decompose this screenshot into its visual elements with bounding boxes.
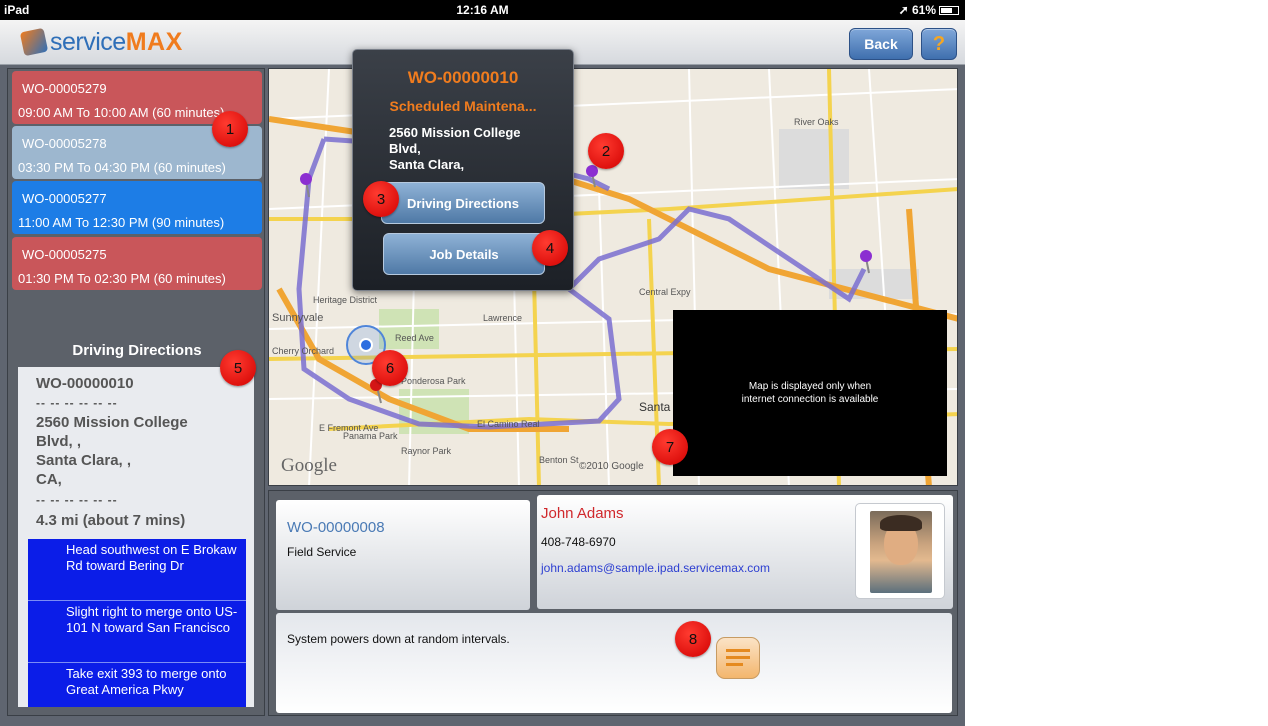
contact-email-link[interactable]: john.adams@sample.ipad.servicemax.com bbox=[541, 561, 770, 575]
wo-summary-card[interactable]: WO-00000008 Field Service bbox=[276, 500, 530, 610]
street bbox=[598, 188, 610, 485]
map-pin-icon[interactable] bbox=[300, 173, 312, 185]
logo-text-service: service bbox=[50, 27, 126, 56]
work-order-item[interactable]: WO-00005275 01:30 PM To 02:30 PM (60 min… bbox=[12, 237, 262, 290]
map-label: Central Expy bbox=[639, 287, 691, 297]
driving-directions-panel[interactable]: WO-00000010 -- -- -- -- -- -- 2560 Missi… bbox=[18, 367, 254, 707]
offline-line: Map is displayed only when bbox=[748, 381, 872, 392]
work-order-id: WO-00005275 bbox=[22, 247, 107, 262]
logo-text-max: max bbox=[125, 27, 183, 56]
problem-description: System powers down at random intervals. bbox=[287, 632, 510, 646]
map-pin-icon[interactable] bbox=[586, 165, 598, 177]
battery-percent: 61% bbox=[911, 3, 936, 17]
callout-badge: 8 bbox=[675, 621, 711, 657]
driving-directions-button[interactable]: Driving Directions bbox=[381, 182, 545, 224]
address-line: Blvd, , bbox=[36, 433, 82, 450]
clock: 12:16 AM bbox=[456, 3, 509, 17]
battery-icon bbox=[939, 6, 959, 15]
directions-address: 2560 Mission College Blvd, , Santa Clara… bbox=[36, 413, 246, 489]
address-line: Santa Clara, bbox=[389, 157, 465, 172]
battery-indicator: ➚ 61% bbox=[899, 3, 959, 17]
problem-description-card: System powers down at random intervals. bbox=[276, 613, 952, 713]
work-order-item-selected[interactable]: WO-00005277 11:00 AM To 12:30 PM (90 min… bbox=[12, 181, 262, 234]
direction-step[interactable]: Slight right to merge onto US-101 N towa… bbox=[28, 601, 246, 663]
map-label: Ponderosa Park bbox=[401, 376, 466, 386]
google-logo: Google bbox=[281, 455, 337, 476]
map-label: E Fremont Ave bbox=[319, 423, 378, 433]
callout-badge: 2 bbox=[588, 133, 624, 169]
address-line: Santa Clara, , bbox=[36, 452, 132, 469]
status-bar: iPad 12:16 AM ➚ 61% bbox=[0, 0, 965, 20]
map-label: Benton St bbox=[539, 455, 579, 465]
map-label: Santa bbox=[639, 400, 671, 414]
left-panel: WO-00005279 09:00 AM To 10:00 AM (60 min… bbox=[7, 68, 265, 716]
popup-wo-id: WO-00000010 bbox=[407, 68, 519, 87]
offline-map-notice: Map is displayed only when internet conn… bbox=[673, 310, 947, 476]
work-order-detail: WO-00000008 Field Service John Adams 408… bbox=[268, 490, 958, 716]
work-order-id: WO-00005279 bbox=[22, 81, 107, 96]
ipad-screen: iPad 12:16 AM ➚ 61% service max Back ? W… bbox=[0, 0, 965, 726]
detail-wo-type: Field Service bbox=[287, 545, 357, 559]
map-label: Heritage District bbox=[313, 295, 378, 305]
map-label: Reed Ave bbox=[395, 333, 434, 343]
map-label: El Camino Real bbox=[477, 419, 540, 429]
address-line: 2560 Mission College bbox=[36, 414, 188, 431]
address-line: 2560 Mission College bbox=[389, 125, 521, 140]
work-order-id: WO-00005278 bbox=[22, 136, 107, 151]
job-details-button[interactable]: Job Details bbox=[383, 233, 545, 275]
map-copyright: ©2010 Google bbox=[579, 461, 644, 472]
map-label: Sunnyvale bbox=[272, 312, 323, 324]
map-label: River Oaks bbox=[794, 117, 839, 127]
direction-step[interactable]: Take exit 393 to merge onto Great Americ… bbox=[28, 663, 246, 707]
avatar bbox=[870, 511, 932, 593]
separator: -- -- -- -- -- -- bbox=[36, 396, 118, 410]
address-line: Blvd, bbox=[389, 141, 421, 156]
back-button[interactable]: Back bbox=[849, 28, 913, 60]
work-order-time: 11:00 AM To 12:30 PM (90 minutes) bbox=[18, 215, 225, 230]
route-distance: 4.3 mi (about 7 mins) bbox=[36, 512, 186, 529]
help-button[interactable]: ? bbox=[921, 28, 957, 60]
help-icon: ? bbox=[932, 32, 946, 55]
urban-area bbox=[779, 129, 849, 189]
popup-address: 2560 Mission College Blvd, Santa Clara, bbox=[389, 125, 559, 173]
park-area bbox=[379, 309, 439, 349]
offline-line: internet connection is available bbox=[741, 394, 879, 405]
separator: -- -- -- -- -- -- bbox=[36, 493, 118, 507]
notes-icon[interactable] bbox=[716, 637, 760, 679]
logo-mark-icon bbox=[19, 27, 49, 57]
work-order-time: 09:00 AM To 10:00 AM (60 minutes) bbox=[18, 105, 225, 120]
callout-badge: 1 bbox=[212, 111, 248, 147]
work-order-id: WO-00005277 bbox=[22, 191, 107, 206]
servicemax-logo: service max bbox=[19, 27, 183, 57]
contact-name: John Adams bbox=[541, 505, 624, 522]
callout-badge: 4 bbox=[532, 230, 568, 266]
contact-phone[interactable]: 408-748-6970 bbox=[541, 535, 616, 549]
popup-wo-type: Scheduled Maintena... bbox=[389, 98, 537, 114]
current-location-icon[interactable] bbox=[359, 338, 373, 352]
callout-badge: 6 bbox=[372, 350, 408, 386]
directions-wo-id: WO-00000010 bbox=[36, 375, 134, 392]
direction-step[interactable]: Head southwest on E Brokaw Rd toward Ber… bbox=[28, 539, 246, 601]
callout-badge: 3 bbox=[363, 181, 399, 217]
map-label: Raynor Park bbox=[401, 446, 452, 456]
map-label: Cherry Orchard bbox=[272, 346, 334, 356]
work-order-time: 03:30 PM To 04:30 PM (60 minutes) bbox=[18, 160, 226, 175]
callout-badge: 5 bbox=[220, 350, 256, 386]
detail-wo-id: WO-00000008 bbox=[287, 519, 385, 536]
contact-card: John Adams 408-748-6970 john.adams@sampl… bbox=[537, 495, 953, 609]
work-order-time: 01:30 PM To 02:30 PM (60 minutes) bbox=[18, 271, 226, 286]
map-label: Lawrence bbox=[483, 313, 522, 323]
callout-badge: 7 bbox=[652, 429, 688, 465]
map-pin-icon[interactable] bbox=[860, 250, 872, 262]
address-line: CA, bbox=[36, 471, 62, 488]
contact-photo bbox=[855, 503, 945, 599]
